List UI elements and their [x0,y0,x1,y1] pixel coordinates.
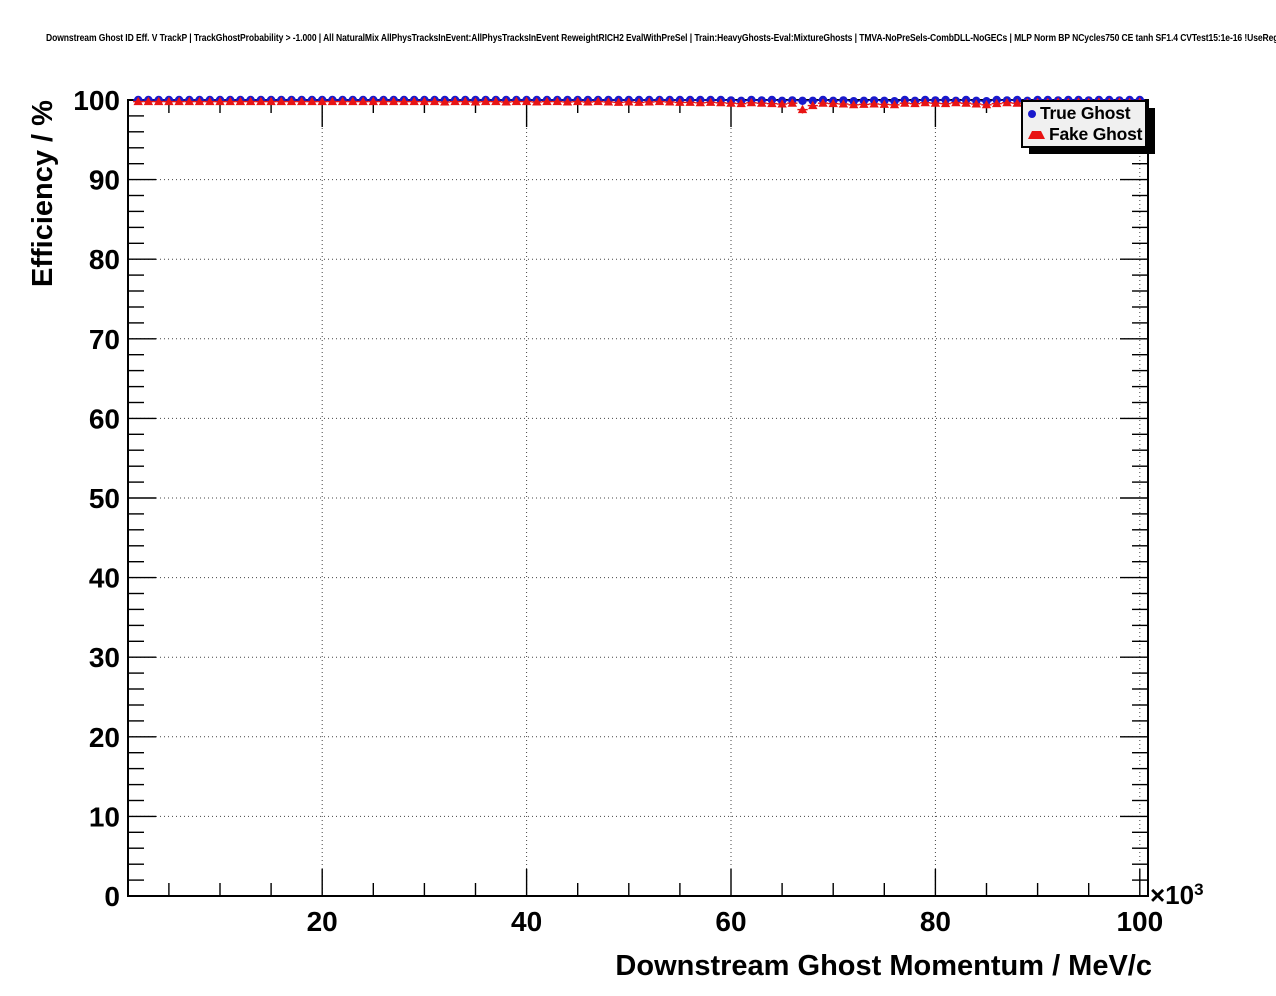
svg-text:0: 0 [104,881,120,912]
svg-text:20: 20 [89,722,120,753]
data-point [798,97,806,105]
svg-text:90: 90 [89,165,120,196]
x-tick-labels: 20 40 60 80 100 [307,906,1164,937]
svg-text:60: 60 [89,403,120,434]
grid-lines [128,100,1148,896]
legend-box: True Ghost Fake Ghost [1021,100,1147,148]
svg-text:100: 100 [1116,906,1163,937]
svg-text:40: 40 [89,563,120,594]
svg-text:20: 20 [307,906,338,937]
y-tick-labels: 0 10 20 30 40 50 60 70 80 90 100 [73,85,120,912]
svg-text:10: 10 [89,801,120,832]
fake-ghost-triangle-marker-icon [1028,131,1045,139]
svg-text:100: 100 [73,85,120,116]
legend-item-true-ghost: True Ghost [1023,103,1145,124]
svg-text:70: 70 [89,324,120,355]
svg-text:60: 60 [715,906,746,937]
plot-canvas: Downstream Ghost ID Eff. V TrackP | Trac… [0,0,1276,996]
svg-text:80: 80 [89,244,120,275]
legend-label-true-ghost: True Ghost [1040,103,1130,124]
svg-text:30: 30 [89,642,120,673]
svg-text:40: 40 [511,906,542,937]
svg-text:80: 80 [920,906,951,937]
legend-label-fake-ghost: Fake Ghost [1049,124,1142,145]
true-ghost-circle-marker-icon [1028,110,1036,118]
legend-item-fake-ghost: Fake Ghost [1023,124,1145,145]
svg-text:50: 50 [89,483,120,514]
